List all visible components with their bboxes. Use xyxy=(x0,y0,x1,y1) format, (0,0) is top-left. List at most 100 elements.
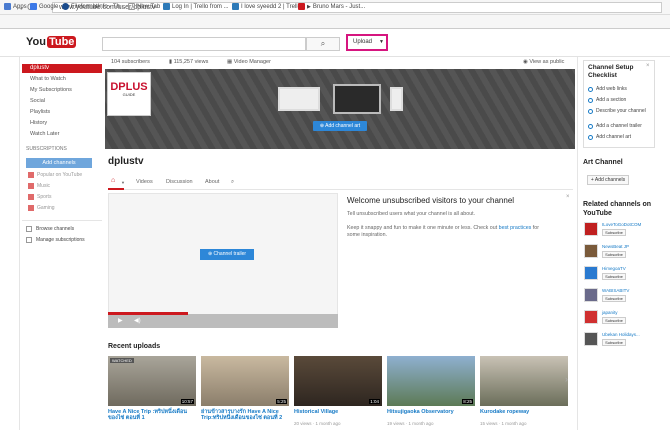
video-title[interactable]: Have A Nice Trip :ทริปหนึ่งเดือน ของไซ่ ต… xyxy=(108,409,187,421)
bookmark-fileformat[interactable]: FileformatInfo - Th... xyxy=(62,3,125,10)
tab-discussion[interactable]: Discussion xyxy=(166,179,193,185)
player-controls[interactable]: ▶ ◀) xyxy=(108,314,338,328)
sub-item-gaming[interactable]: Gaming xyxy=(28,205,55,211)
video-thumbnail[interactable]: WATCHED 10:57 xyxy=(108,356,196,406)
youtube-logo[interactable]: You Tube xyxy=(26,36,77,48)
channel-avatar[interactable]: DPLUS GUIDE xyxy=(107,72,151,116)
video-thumbnail[interactable]: 5:25 xyxy=(201,356,289,406)
bookmark-trello-login[interactable]: Log In | Trello from ... xyxy=(163,3,229,10)
chevron-down-icon: ▼ xyxy=(379,39,384,45)
tab-about[interactable]: About xyxy=(205,179,219,185)
bookmark-apps[interactable]: Apps xyxy=(4,3,27,10)
bookmark-google[interactable]: Google xyxy=(30,3,58,10)
page-icon xyxy=(128,3,135,10)
checklist-item[interactable]: Add channel art xyxy=(588,135,650,140)
bookmarks-bar xyxy=(0,15,670,29)
bookmark-trello-board[interactable]: I love syeedd 2 | Trello xyxy=(232,3,301,10)
sidebar-divider xyxy=(19,57,20,430)
avatar[interactable] xyxy=(584,266,598,280)
active-tab-indicator xyxy=(108,188,124,190)
video-title-line[interactable]: Historical Village xyxy=(294,409,338,415)
browse-channels-link[interactable]: Browse channels xyxy=(26,226,74,232)
video-title[interactable]: Hitsujigaoka Observatory xyxy=(387,409,454,415)
avatar[interactable] xyxy=(584,222,598,236)
bookmark-bruno-mars[interactable]: ▶ Bruno Mars - Just... xyxy=(298,3,365,10)
sub-item-popular[interactable]: Popular on YouTube xyxy=(28,172,82,178)
video-thumbnail[interactable]: 8:25 xyxy=(387,356,475,406)
sidebar-item-history[interactable]: History xyxy=(30,120,47,126)
checklist-item[interactable]: Add web links xyxy=(588,87,650,92)
video-title[interactable]: Kurodake ropeway xyxy=(480,409,529,415)
related-channel-name[interactable]: WABISABITV xyxy=(602,288,629,293)
manage-subscriptions-link[interactable]: Manage subscriptions xyxy=(26,237,85,243)
circle-icon xyxy=(588,135,593,140)
video-title-line[interactable]: Trip:ทริปหนึ่งเดือนของไซ่ ตอนที่ 2 xyxy=(201,415,282,421)
video-manager-link[interactable]: ▦ Video Manager xyxy=(227,59,271,65)
sidebar-item-channel[interactable]: dplustv xyxy=(22,64,102,73)
youtube-icon xyxy=(298,3,305,10)
circle-icon xyxy=(588,124,593,129)
search-button[interactable]: ⌕ xyxy=(306,37,340,51)
close-icon[interactable]: × xyxy=(646,63,650,69)
checklist-item[interactable]: Add a channel trailer xyxy=(588,124,650,129)
bookmark-newtab[interactable]: New Tab xyxy=(128,3,160,10)
video-title-line[interactable]: Kurodake ropeway xyxy=(480,409,529,415)
related-channel-name[interactable]: japanity xyxy=(602,310,618,315)
avatar[interactable] xyxy=(584,332,598,346)
channel-trailer-button[interactable]: ⊕ Channel trailer xyxy=(200,249,254,260)
add-channels-button[interactable]: Add channels xyxy=(26,158,92,168)
add-channels-button[interactable]: + Add channels xyxy=(587,175,629,185)
channel-stats-bar: 104 subscribers ▮ 115,257 views ▦ Video … xyxy=(105,56,575,68)
sidebar-item-social[interactable]: Social xyxy=(30,98,45,104)
add-channel-art-button[interactable]: ⊕ Add channel art xyxy=(313,121,367,131)
sidebar-item-watch-later[interactable]: Watch Later xyxy=(30,131,59,137)
home-icon[interactable]: ⌂ xyxy=(111,177,115,184)
sidebar-item-subscriptions[interactable]: My Subscriptions xyxy=(30,87,72,93)
welcome-heading: Welcome unsubscribed visitors to your ch… xyxy=(347,196,515,205)
video-title-line[interactable]: Hitsujigaoka Observatory xyxy=(387,409,454,415)
volume-icon[interactable]: ◀) xyxy=(134,317,141,324)
sub-item-sports[interactable]: Sports xyxy=(28,194,51,200)
sidebar-item-what-to-watch[interactable]: What to Watch xyxy=(30,76,66,82)
close-icon[interactable]: × xyxy=(566,194,570,200)
apps-icon xyxy=(4,3,11,10)
checklist-item[interactable]: Describe your channel xyxy=(588,109,650,114)
video-title[interactable]: Historical Village xyxy=(294,409,338,415)
sub-item-music[interactable]: Music xyxy=(28,183,50,189)
best-practices-link[interactable]: best practices xyxy=(499,225,532,231)
chevron-right-icon[interactable]: › xyxy=(565,374,568,384)
video-thumbnail[interactable]: 1:04 xyxy=(294,356,382,406)
related-channel-name[interactable]: ILoveToGoDotCOM xyxy=(602,222,641,227)
related-channel-name[interactable]: HimegoaTV xyxy=(602,266,626,271)
view-as-public-link[interactable]: ◉ View as public xyxy=(523,59,564,65)
circle-icon xyxy=(588,87,593,92)
play-icon[interactable]: ▶ xyxy=(118,317,123,324)
video-title[interactable]: ย่านข้าวสารบางรัก Have A Nice Trip:ทริปหน… xyxy=(201,409,282,421)
subscribe-button[interactable]: Subscribe xyxy=(602,339,626,346)
avatar[interactable] xyxy=(584,288,598,302)
checklist-item[interactable]: Add a section xyxy=(588,98,650,103)
tab-videos[interactable]: Videos xyxy=(136,179,153,185)
progress-bar[interactable] xyxy=(108,312,188,315)
welcome-line-2: Keep it snappy and fun to make it one mi… xyxy=(347,225,539,231)
subscribe-button[interactable]: Subscribe xyxy=(602,251,626,258)
search-input[interactable] xyxy=(102,37,306,51)
subscribe-button[interactable]: Subscribe xyxy=(602,317,626,324)
welcome-line-1: Tell unsubscribed users what your channe… xyxy=(347,211,476,217)
avatar[interactable] xyxy=(584,310,598,324)
trailer-player[interactable] xyxy=(108,193,338,328)
subscribe-button[interactable]: Subscribe xyxy=(602,295,626,302)
upload-button[interactable]: Upload ▼ xyxy=(349,37,385,48)
video-thumbnail[interactable] xyxy=(480,356,568,406)
subscribe-button[interactable]: Subscribe xyxy=(602,273,626,280)
trello-icon xyxy=(163,3,170,10)
avatar[interactable] xyxy=(584,244,598,258)
related-channel-name[interactable]: NewsBeat JP xyxy=(602,244,629,249)
chevron-down-icon[interactable]: ▼ xyxy=(121,180,125,185)
related-channel-name[interactable]: Ubekan Holidays... xyxy=(602,332,640,337)
subscribe-button[interactable]: Subscribe xyxy=(602,229,626,236)
related-channel: ILoveToGoDotCOM Subscribe xyxy=(584,222,664,242)
video-title-line[interactable]: ของไซ่ ตอนที่ 1 xyxy=(108,415,187,421)
sidebar-item-playlists[interactable]: Playlists xyxy=(30,109,50,115)
search-icon[interactable]: ⌕ xyxy=(231,179,234,186)
